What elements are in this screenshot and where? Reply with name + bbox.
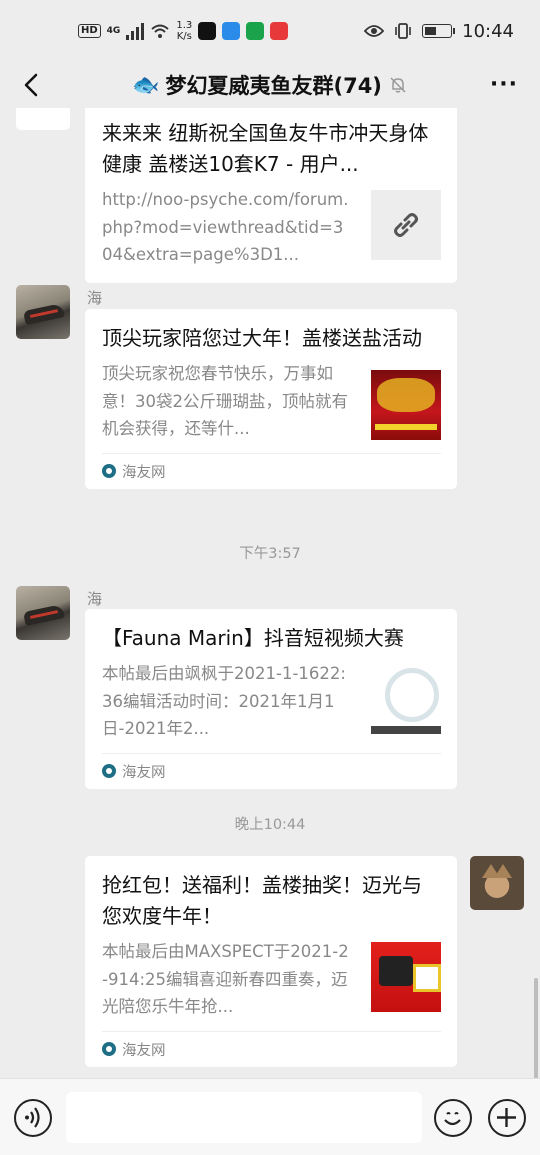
- video-contest-image: [371, 664, 441, 734]
- sender-name: 海: [87, 289, 103, 307]
- sender-name: 海: [87, 590, 103, 608]
- message-card-3[interactable]: 【Fauna Marin】抖音短视频大赛 本帖最后由飒枫于2021-1-1622…: [85, 609, 457, 789]
- chat-header: 🐟 梦幻夏威夷鱼友群(74) ···: [0, 62, 540, 108]
- voice-icon: [25, 1107, 40, 1128]
- card-title: 抢红包！送福利！盖楼抽奖！迈光与您欢度牛年！: [102, 873, 422, 928]
- smile-icon: [444, 1112, 461, 1126]
- timestamp: 晚上10:44: [234, 817, 306, 833]
- avatar[interactable]: [470, 856, 524, 910]
- message-card-2[interactable]: 顶尖玩家陪您过大年！盖楼送盐活动 顶尖玩家祝您春节快乐，万事如意！30袋2公斤珊…: [85, 309, 457, 489]
- card-title: 来来来 纽斯祝全国鱼友牛市冲天身体健康 盖楼送10套K7 - 用户...: [102, 121, 429, 176]
- network-type: 4G: [106, 26, 121, 36]
- plus-icon: [497, 1108, 516, 1127]
- voice-button[interactable]: [14, 1099, 52, 1137]
- message-card-4[interactable]: 抢红包！送福利！盖楼抽奖！迈光与您欢度牛年！ 本帖最后由MAXSPECT于202…: [85, 856, 457, 1067]
- card-source: 海友网: [102, 452, 441, 489]
- avatar[interactable]: [16, 108, 70, 130]
- card-source: 海友网: [102, 752, 441, 789]
- source-name: 海友网: [122, 464, 166, 481]
- avatar[interactable]: [16, 285, 70, 339]
- group-name: 梦幻夏威夷鱼友群(74): [165, 74, 382, 98]
- card-description: http://noo-psyche.com/forum.php?mod=view…: [102, 190, 349, 264]
- clock: 10:44: [462, 20, 514, 42]
- eye-icon: [364, 25, 385, 37]
- network-speed: 1.3 K/s: [176, 20, 193, 42]
- hd-badge: HD: [78, 24, 101, 38]
- more-functions-button[interactable]: [488, 1099, 526, 1137]
- scrollbar[interactable]: [534, 978, 538, 1078]
- haiyou-logo-icon: [102, 464, 116, 478]
- source-name: 海友网: [122, 1042, 166, 1059]
- link-thumbnail: [371, 190, 441, 260]
- card-title: 顶尖玩家陪您过大年！盖楼送盐活动: [102, 326, 422, 350]
- battery-icon: [422, 24, 456, 38]
- more-options-icon[interactable]: ···: [490, 72, 518, 97]
- card-source: 海友网: [102, 1030, 441, 1067]
- input-bar: [0, 1078, 540, 1155]
- source-name: 海友网: [122, 764, 166, 781]
- card-description: 顶尖玩家祝您春节快乐，万事如意！30袋2公斤珊瑚盐，顶帖就有机会获得，还等什..…: [102, 364, 348, 438]
- salt-promo-image: [371, 370, 441, 440]
- message-card-1[interactable]: 来来来 纽斯祝全国鱼友牛市冲天身体健康 盖楼送10套K7 - 用户... htt…: [85, 108, 457, 283]
- mute-bell-icon: [390, 77, 406, 93]
- emoji-button[interactable]: [434, 1099, 472, 1137]
- link-icon: [394, 213, 418, 237]
- notification-app-icon: [270, 22, 289, 40]
- status-bar: HD 4G 1.3 K/s 10:44: [0, 0, 540, 62]
- haiyou-logo-icon: [102, 764, 116, 778]
- back-arrow-icon[interactable]: [18, 70, 48, 100]
- message-input[interactable]: [66, 1092, 422, 1143]
- wifi-icon: [151, 24, 169, 38]
- capcut-icon: [198, 22, 217, 40]
- red-envelope-image: [371, 942, 441, 1012]
- app-icon: [222, 22, 241, 40]
- chat-area[interactable]: 来来来 纽斯祝全国鱼友牛市冲天身体健康 盖楼送10套K7 - 用户... htt…: [0, 108, 540, 1078]
- avatar[interactable]: [16, 586, 70, 640]
- timestamp: 下午3:57: [239, 546, 301, 562]
- video-app-icon: [246, 22, 265, 40]
- chat-title: 🐟 梦幻夏威夷鱼友群(74): [132, 70, 408, 100]
- card-title: 【Fauna Marin】抖音短视频大赛: [102, 626, 404, 650]
- signal-icon: [126, 22, 145, 40]
- card-description: 本帖最后由MAXSPECT于2021-2-914:25编辑喜迎新春四重奏，迈光陪…: [102, 942, 349, 1016]
- haiyou-logo-icon: [102, 1042, 116, 1056]
- card-description: 本帖最后由飒枫于2021-1-1622:36编辑活动时间：2021年1月1日-2…: [102, 664, 346, 738]
- fish-emoji-icon: 🐟: [132, 72, 160, 98]
- vibrate-icon: [395, 23, 411, 39]
